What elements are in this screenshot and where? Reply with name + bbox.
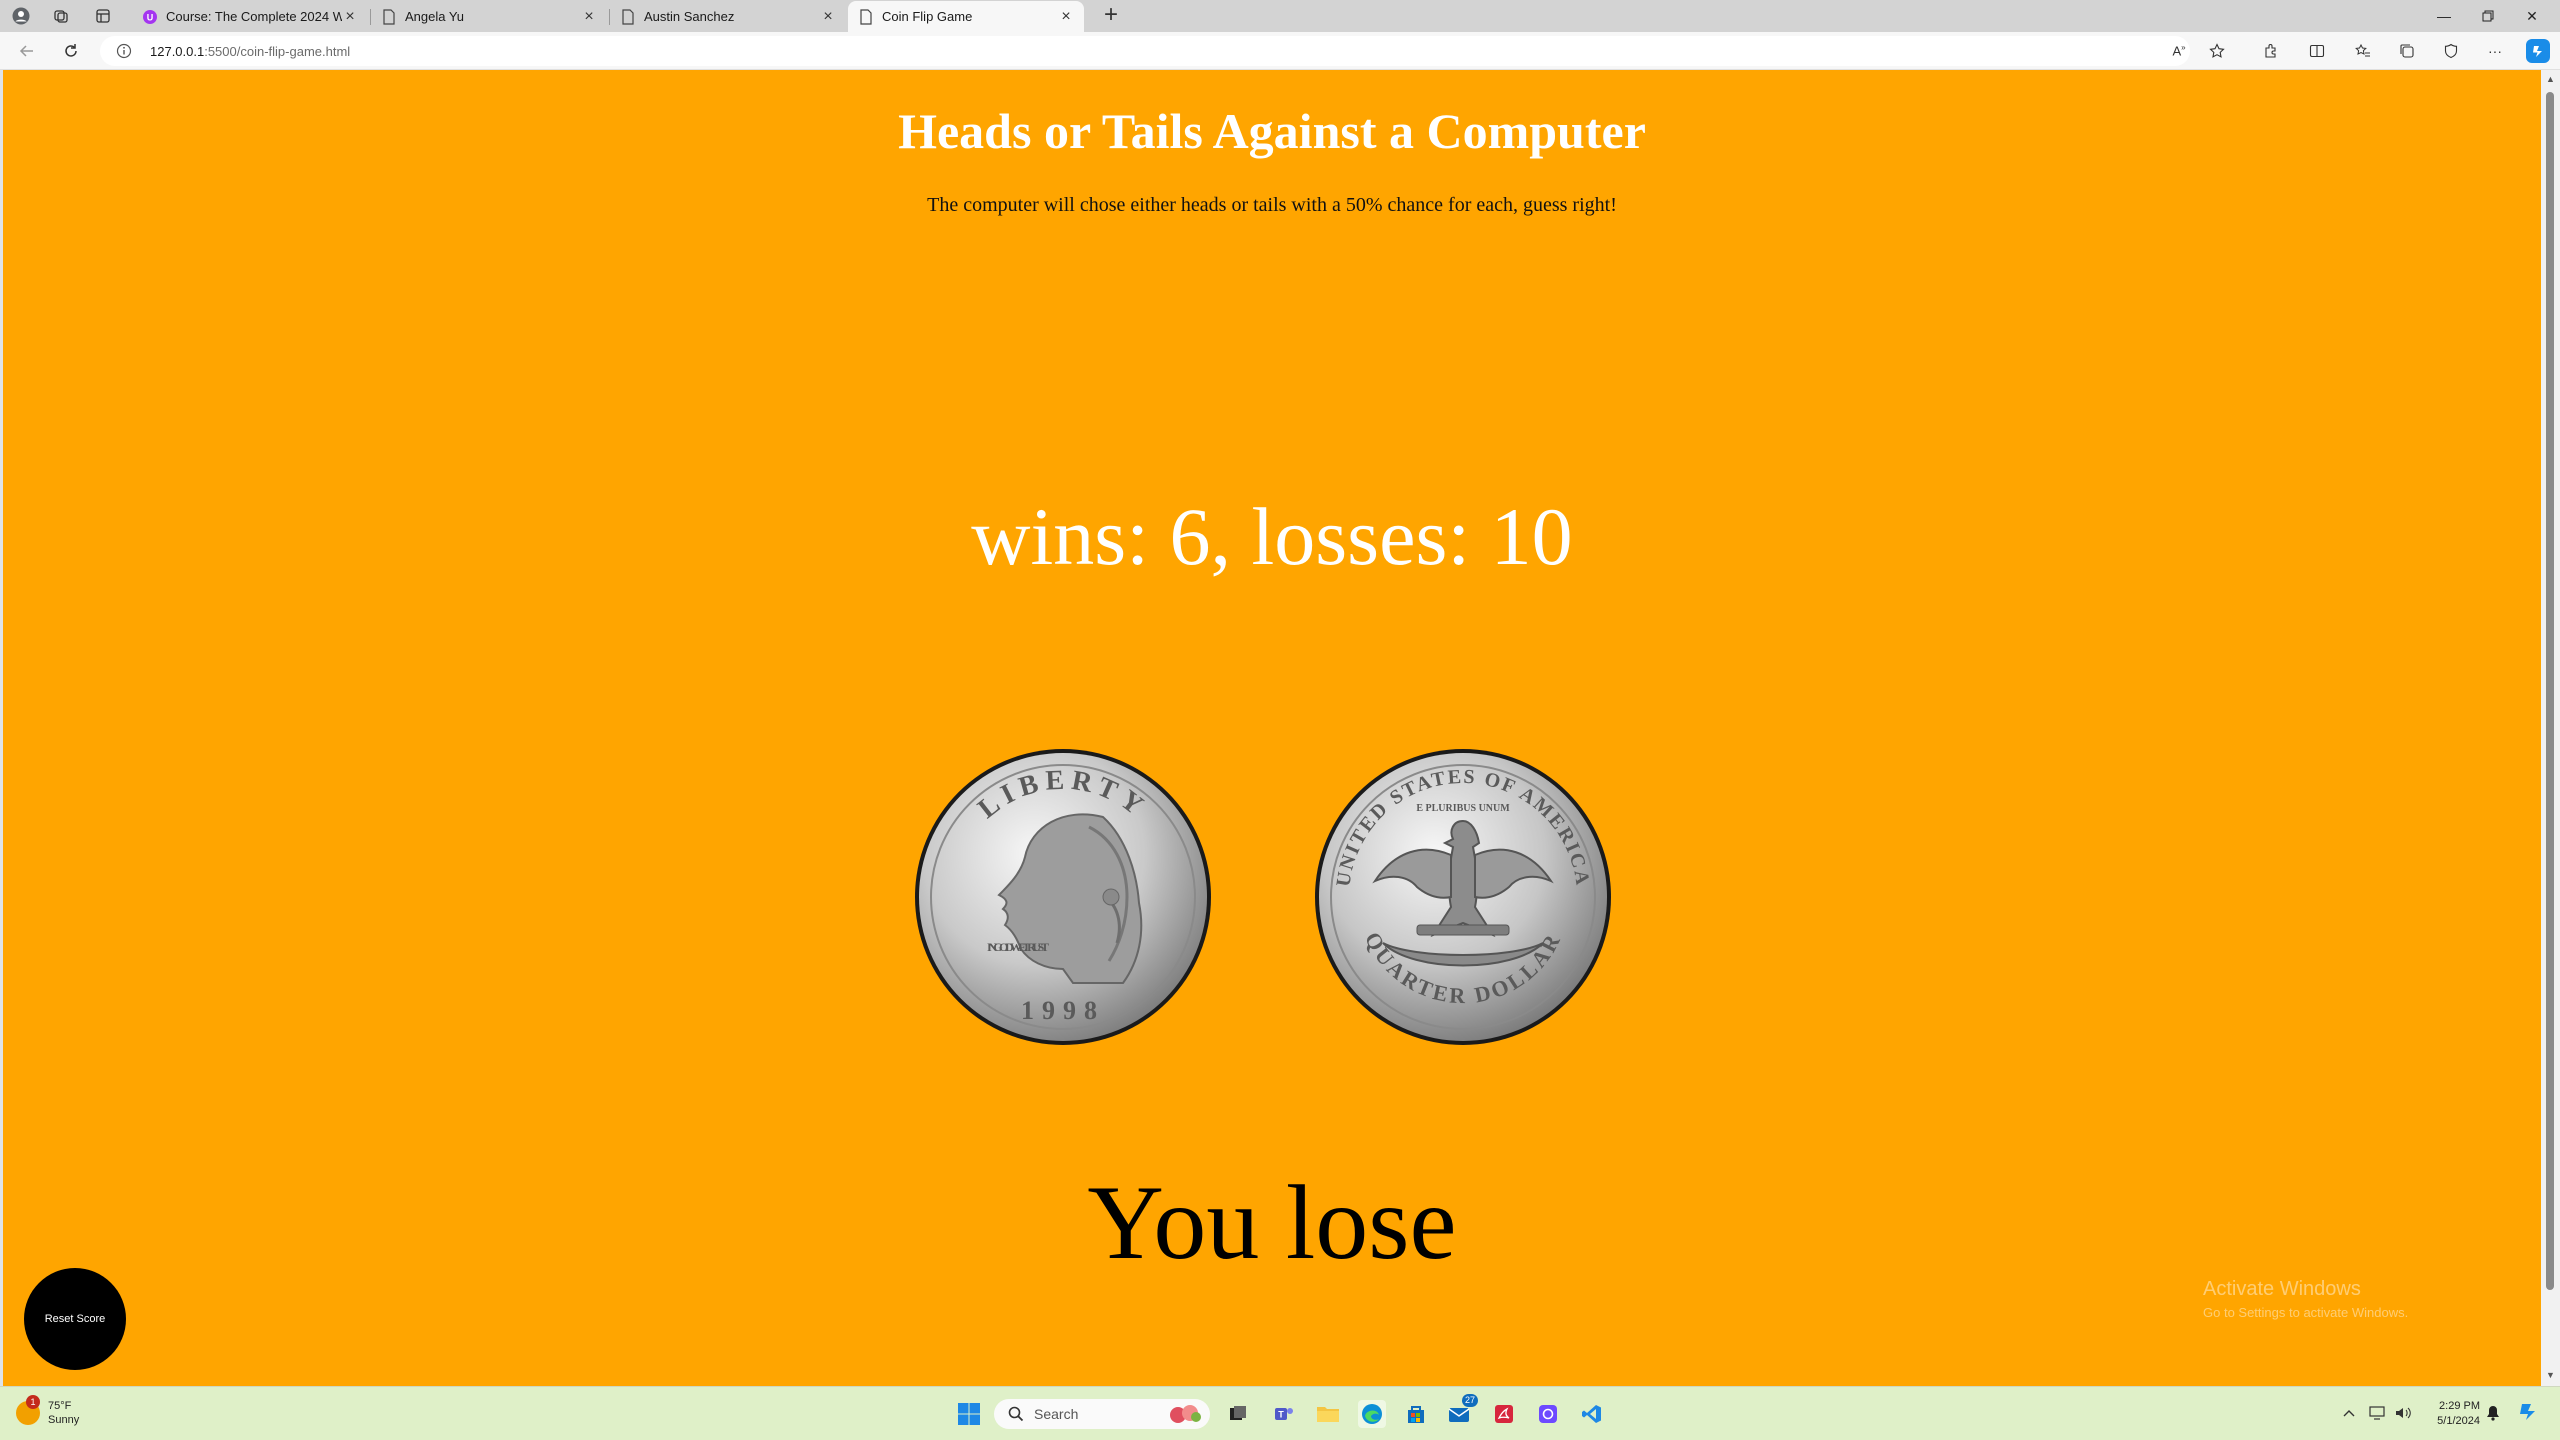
network-icon[interactable] [2368,1403,2386,1423]
address-bar: 127.0.0.1:5500/coin-flip-game.html A» ··… [0,32,2560,70]
extensions-icon[interactable] [2260,40,2282,62]
page-viewport: Heads or Tails Against a Computer The co… [3,70,2541,1386]
file-explorer-icon[interactable] [1314,1400,1342,1428]
favorites-icon[interactable] [2352,40,2374,62]
result-message: You lose [1087,1164,1457,1281]
reload-icon[interactable] [60,40,82,62]
weather-temperature: 75°F [48,1400,72,1412]
search-highlight-icon [1168,1403,1202,1428]
settings-more-icon[interactable]: ··· [2484,40,2506,62]
sunny-weather-icon: 1 [16,1395,40,1425]
coin-heads-motto: IN GOD WE TRUST [987,940,1049,954]
close-tab-icon[interactable]: × [1058,8,1074,25]
browser-essentials-icon[interactable] [2440,40,2462,62]
copilot-icon[interactable] [2526,39,2550,63]
microsoft-store-icon[interactable] [1402,1400,1430,1428]
close-window-icon[interactable]: ✕ [2510,0,2554,32]
proton-vpn-icon[interactable] [1534,1400,1562,1428]
tab-label: Course: The Complete 2024 Web [166,9,342,24]
close-tab-icon[interactable]: × [342,8,358,25]
search-placeholder: Search [1034,1406,1079,1422]
score-display: wins: 6, losses: 10 [971,491,1573,582]
page-icon [381,8,397,25]
notifications-bell-icon[interactable] [2484,1403,2502,1423]
quarter-tails-image: UNITED STATES OF AMERICA QUARTER DOLLAR … [1315,749,1611,1045]
watermark-subtitle: Go to Settings to activate Windows. [2203,1305,2409,1320]
read-aloud-icon[interactable]: A» [2168,40,2190,62]
close-tab-icon[interactable]: × [820,8,836,25]
profile-icon[interactable] [10,5,32,27]
windows-start-icon[interactable] [955,1400,983,1428]
new-tab-button[interactable]: + [1099,3,1123,28]
quarter-heads-image: LIBERTY IN GOD WE TRUST 1998 [915,749,1211,1045]
watermark-title: Activate Windows [2203,1278,2361,1300]
taskbar-search-input[interactable]: Search [994,1399,1210,1429]
clock-time: 2:29 PM [2439,1400,2480,1412]
tab-label: Angela Yu [405,9,465,24]
collections-icon[interactable] [2396,40,2418,62]
weather-widget[interactable]: 1 75°F Sunny [16,1395,80,1427]
mail-icon[interactable]: 27 [1446,1394,1478,1428]
tails-coin-button[interactable]: UNITED STATES OF AMERICA QUARTER DOLLAR … [1313,747,1613,1047]
search-icon [1008,1406,1024,1422]
taskbar: 1 75°F Sunny Search T 27 2:29 PM 5/1/202… [0,1386,2560,1440]
vscode-icon[interactable] [1578,1400,1606,1428]
reset-score-button[interactable]: Reset Score [24,1268,126,1370]
teams-icon[interactable]: T [1270,1400,1298,1428]
close-tab-icon[interactable]: × [581,8,597,25]
workspaces-icon[interactable] [50,5,72,27]
udemy-icon: U [142,9,158,25]
volume-icon[interactable] [2394,1403,2412,1423]
acrobat-icon[interactable] [1490,1400,1518,1428]
url-host: 127.0.0.1 [150,43,205,59]
site-info-icon[interactable] [116,43,132,59]
game-title: Heads or Tails Against a Computer [898,103,1646,159]
page-icon [858,8,874,25]
browser-tab-bar: U Course: The Complete 2024 Web × Angela… [0,0,2560,32]
tab-actions-icon[interactable] [92,5,114,27]
tab-austin-sanchez[interactable]: Austin Sanchez × [610,1,846,32]
scroll-up-icon[interactable]: ▲ [2545,74,2556,85]
game-instructions: The computer will chose either heads or … [927,194,1617,216]
svg-text:U: U [147,12,154,22]
minimize-icon[interactable]: — [2422,0,2466,32]
taskbar-clock[interactable]: 2:29 PM 5/1/2024 [2420,1399,2480,1429]
tab-coin-flip-game[interactable]: Coin Flip Game × [848,1,1084,32]
mail-badge: 27 [1461,1394,1478,1407]
url-field[interactable]: 127.0.0.1:5500/coin-flip-game.html [100,36,2190,66]
activate-windows-watermark: Activate Windows Go to Settings to activ… [2203,1278,2408,1320]
scrollbar-thumb[interactable] [2546,92,2554,1290]
copilot-taskbar-icon[interactable] [2516,1400,2540,1424]
favorite-star-icon[interactable] [2206,40,2228,62]
coin-heads-year: 1998 [1021,996,1105,1025]
coin-tails-motto: E PLURIBUS UNUM [1416,803,1510,814]
clock-date: 5/1/2024 [2437,1415,2480,1427]
page-icon [620,8,636,25]
split-screen-icon[interactable] [2306,40,2328,62]
heads-coin-button[interactable]: LIBERTY IN GOD WE TRUST 1998 [913,747,1213,1047]
show-hidden-icons-icon[interactable] [2340,1403,2358,1423]
tab-course[interactable]: U Course: The Complete 2024 Web × [132,1,368,32]
edge-browser-icon[interactable] [1358,1400,1386,1428]
tab-label: Coin Flip Game [882,9,973,24]
tab-angela-yu[interactable]: Angela Yu × [371,1,607,32]
svg-text:T: T [1278,1410,1284,1420]
scroll-down-icon[interactable]: ▼ [2545,1370,2556,1381]
tab-label: Austin Sanchez [644,9,735,24]
url-path: :5500/coin-flip-game.html [204,43,351,59]
page-scrollbar[interactable]: ▲ ▼ [2541,70,2560,1386]
weather-badge: 1 [26,1395,40,1409]
back-icon[interactable] [16,40,38,62]
task-view-icon[interactable] [1224,1400,1252,1428]
restore-icon[interactable] [2466,0,2510,32]
weather-condition: Sunny [48,1414,80,1426]
